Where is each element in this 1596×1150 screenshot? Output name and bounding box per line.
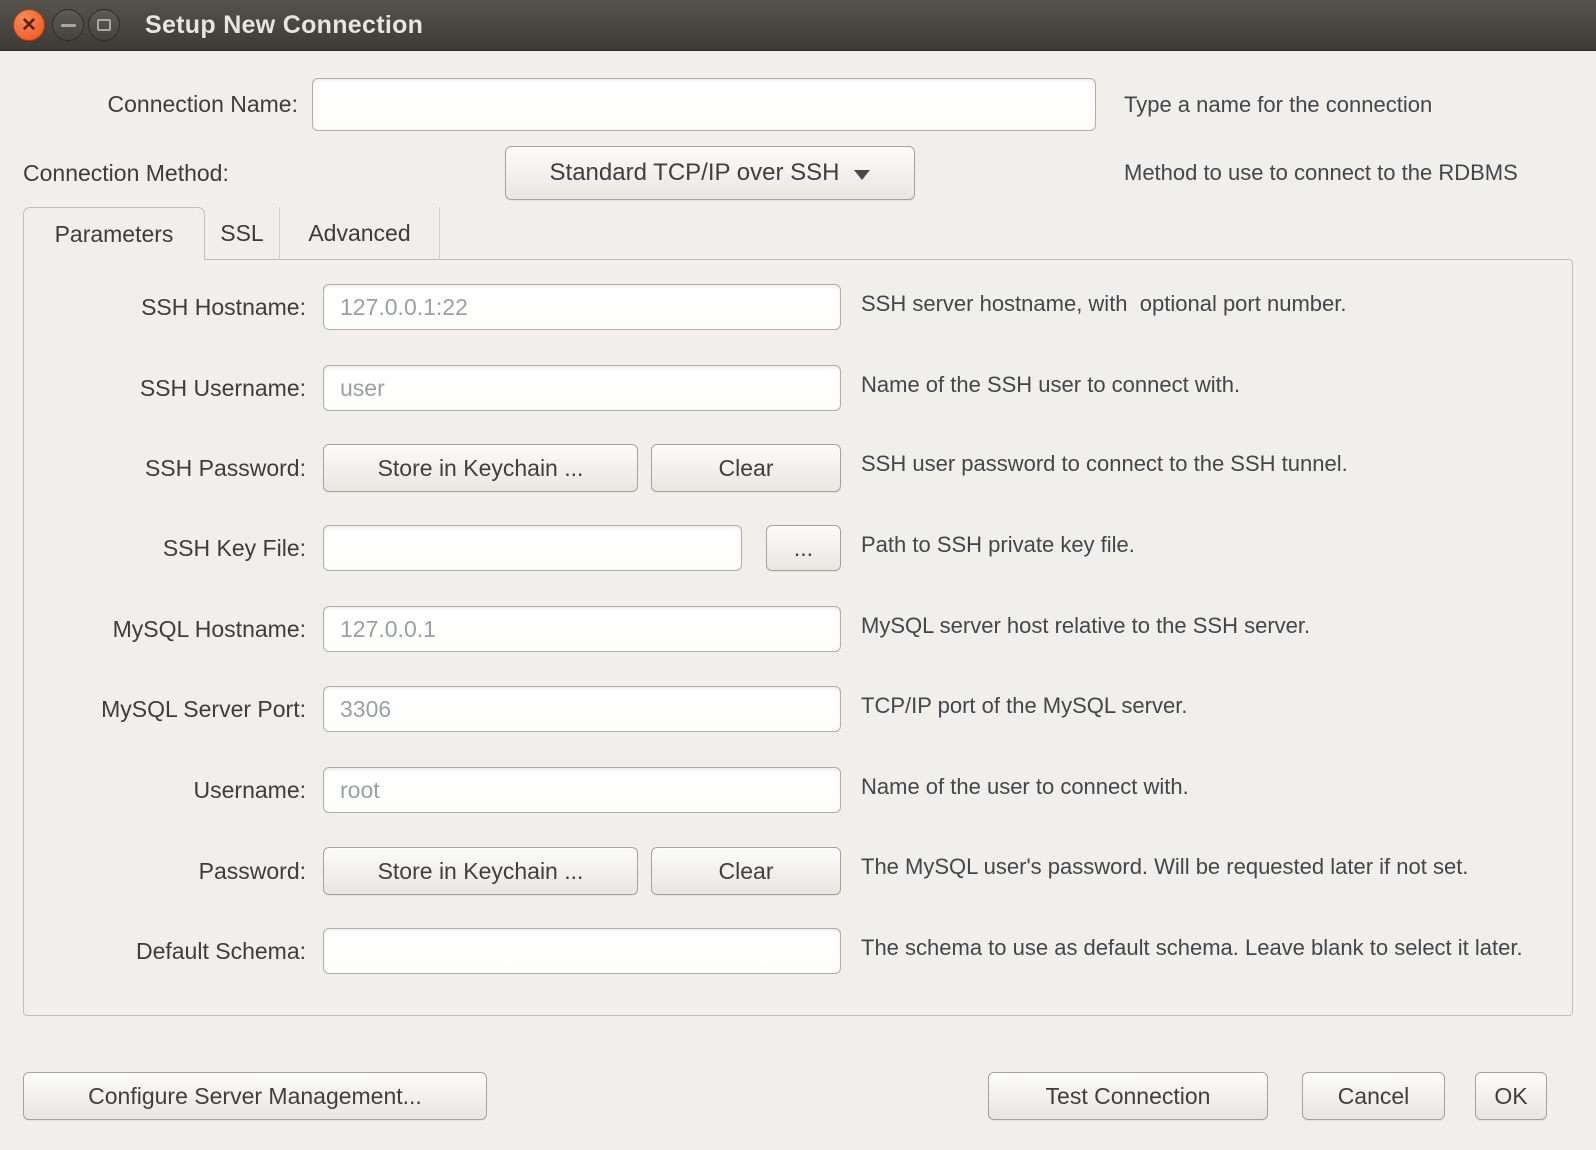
tab-parameters[interactable]: Parameters [23,207,205,260]
connection-name-label: Connection Name: [0,78,298,131]
ssh-password-label: SSH Password: [24,444,306,492]
tab-advanced[interactable]: Advanced [280,207,440,260]
default-schema-input[interactable] [323,928,841,974]
password-label: Password: [24,847,306,895]
ssh-hostname-help: SSH server hostname, with optional port … [861,284,1536,317]
ssh-username-help: Name of the SSH user to connect with. [861,365,1536,398]
mysql-port-help: TCP/IP port of the MySQL server. [861,686,1536,719]
password-help: The MySQL user's password. Will be reque… [861,847,1536,880]
ssh-key-file-help: Path to SSH private key file. [861,525,1536,558]
ok-button[interactable]: OK [1475,1072,1547,1120]
connection-method-hint: Method to use to connect to the RDBMS [1124,146,1518,200]
tab-ssl[interactable]: SSL [205,207,280,260]
default-schema-help: The schema to use as default schema. Lea… [861,928,1536,961]
ssh-password-help: SSH user password to connect to the SSH … [861,444,1536,477]
maximize-button[interactable] [88,9,120,41]
minimize-icon [61,24,76,27]
ssh-username-input[interactable] [323,365,841,411]
mysql-port-label: MySQL Server Port: [24,686,306,732]
window-title: Setup New Connection [145,0,423,51]
ssh-hostname-label: SSH Hostname: [24,284,306,330]
close-button[interactable]: ✕ [13,9,45,41]
cancel-button[interactable]: Cancel [1302,1072,1445,1120]
ssh-password-clear-button[interactable]: Clear [651,444,841,492]
mysql-hostname-input[interactable] [323,606,841,652]
mysql-hostname-help: MySQL server host relative to the SSH se… [861,606,1536,639]
ssh-key-file-label: SSH Key File: [24,525,306,571]
close-icon: ✕ [21,16,37,35]
default-schema-label: Default Schema: [24,928,306,974]
username-label: Username: [24,767,306,813]
connection-name-hint: Type a name for the connection [1124,78,1432,131]
mysql-hostname-label: MySQL Hostname: [24,606,306,652]
test-connection-button[interactable]: Test Connection [988,1072,1268,1120]
ssh-password-store-keychain-button[interactable]: Store in Keychain ... [323,444,638,492]
connection-method-dropdown[interactable]: Standard TCP/IP over SSH [505,146,915,200]
maximize-icon [97,19,111,31]
ssh-key-file-input[interactable] [323,525,742,571]
ssh-hostname-input[interactable] [323,284,841,330]
parameters-panel: SSH Hostname: SSH server hostname, with … [23,259,1573,1016]
username-help: Name of the user to connect with. [861,767,1536,800]
connection-method-label: Connection Method: [23,146,229,200]
configure-server-management-button[interactable]: Configure Server Management... [23,1072,487,1120]
username-input[interactable] [323,767,841,813]
connection-name-input[interactable] [312,78,1096,131]
titlebar: ✕ Setup New Connection [0,0,1596,51]
password-clear-button[interactable]: Clear [651,847,841,895]
connection-method-selected: Standard TCP/IP over SSH [550,159,840,187]
chevron-down-icon [854,170,870,180]
password-store-keychain-button[interactable]: Store in Keychain ... [323,847,638,895]
mysql-port-input[interactable] [323,686,841,732]
ssh-key-file-browse-button[interactable]: ... [766,525,841,571]
tab-bar: Parameters SSL Advanced [23,207,440,260]
ssh-username-label: SSH Username: [24,365,306,411]
minimize-button[interactable] [52,9,84,41]
